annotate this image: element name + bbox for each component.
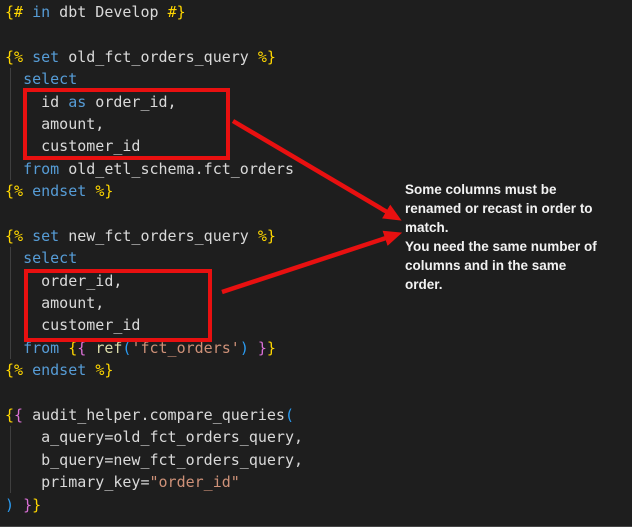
code-line[interactable]: [5, 23, 632, 45]
code-token: a_query=old_fct_orders_query,: [5, 428, 303, 446]
code-token: [5, 339, 23, 357]
code-line[interactable]: a_query=old_fct_orders_query,: [5, 426, 632, 448]
code-token: %}: [258, 227, 276, 245]
code-token: (: [285, 406, 294, 424]
code-line[interactable]: [5, 382, 632, 404]
code-line[interactable]: {{ audit_helper.compare_queries(: [5, 404, 632, 426]
code-token: select: [23, 249, 77, 267]
code-token: {%: [5, 48, 23, 66]
code-token: set: [32, 227, 59, 245]
code-token: [249, 339, 258, 357]
code-line[interactable]: {% endset %}: [5, 359, 632, 381]
code-token: {%: [5, 361, 23, 379]
code-token: ): [240, 339, 249, 357]
annotation-note-line-2: You need the same number of columns and …: [405, 237, 597, 294]
code-token: set: [32, 48, 59, 66]
code-token: in: [32, 3, 50, 21]
code-token: endset: [32, 182, 86, 200]
code-token: from: [23, 160, 59, 178]
code-token: %}: [95, 182, 113, 200]
code-line[interactable]: primary_key="order_id": [5, 471, 632, 493]
code-token: [5, 70, 23, 88]
code-line[interactable]: b_query=new_fct_orders_query,: [5, 449, 632, 471]
code-token: [86, 182, 95, 200]
code-token: {%: [5, 227, 23, 245]
code-token: [23, 361, 32, 379]
code-token: new_fct_orders_query: [59, 227, 258, 245]
code-token: %}: [258, 48, 276, 66]
code-token: audit_helper.compare_queries: [23, 406, 285, 424]
highlight-box-old-columns: [23, 88, 230, 160]
annotation-note: Some columns must be renamed or recast i…: [405, 180, 597, 294]
code-token: [14, 496, 23, 514]
code-token: }: [258, 339, 267, 357]
code-line[interactable]: from old_etl_schema.fct_orders: [5, 158, 632, 180]
code-token: %}: [95, 361, 113, 379]
code-line[interactable]: ) }}: [5, 494, 632, 516]
code-token: {#: [5, 3, 23, 21]
code-token: }: [32, 496, 41, 514]
code-token: [5, 160, 23, 178]
code-token: dbt Develop: [50, 3, 167, 21]
code-token: [86, 361, 95, 379]
code-token: [23, 3, 32, 21]
code-line[interactable]: {# in dbt Develop #}: [5, 1, 632, 23]
code-token: }: [267, 339, 276, 357]
code-token: ): [5, 496, 14, 514]
code-token: [23, 182, 32, 200]
code-token: old_fct_orders_query: [59, 48, 258, 66]
code-token: {%: [5, 182, 23, 200]
code-token: endset: [32, 361, 86, 379]
code-token: [5, 249, 23, 267]
code-token: old_etl_schema.fct_orders: [59, 160, 294, 178]
highlight-box-new-columns: [24, 269, 212, 342]
code-token: #}: [168, 3, 186, 21]
code-token: primary_key=: [5, 473, 150, 491]
code-token: }: [23, 496, 32, 514]
code-token: {: [14, 406, 23, 424]
code-token: {: [5, 406, 14, 424]
code-token: "order_id": [150, 473, 240, 491]
code-token: b_query=new_fct_orders_query,: [5, 451, 303, 469]
code-token: select: [23, 70, 77, 88]
annotation-note-line-1: Some columns must be renamed or recast i…: [405, 180, 597, 237]
code-token: [23, 48, 32, 66]
code-token: [23, 227, 32, 245]
code-line[interactable]: {% set old_fct_orders_query %}: [5, 46, 632, 68]
code-editor-screenshot: {# in dbt Develop #} {% set old_fct_order…: [0, 0, 632, 527]
